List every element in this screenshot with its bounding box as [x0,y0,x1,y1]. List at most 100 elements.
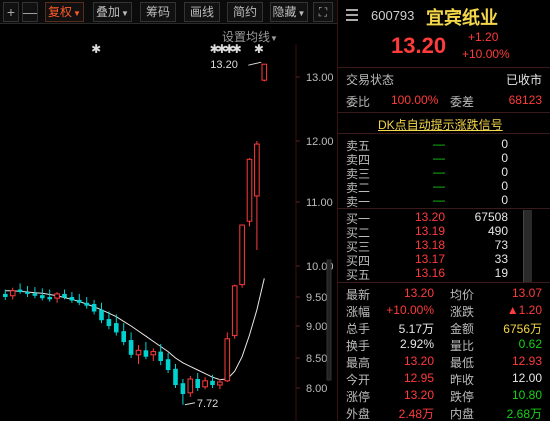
stats-row: 总手 5.17万 金额 6756万 [338,318,550,336]
stat-value: ▲1.20 [506,303,542,317]
divider [338,112,550,113]
y-tick-label: 12.00 [306,136,334,148]
candle-body [3,293,8,297]
sell-level-price: — [433,165,445,179]
stock-name: 宜宾纸业 [426,8,498,28]
diejia-button[interactable]: 叠加▼ [93,2,132,22]
fuquan-button[interactable]: 复权▼ [45,2,84,22]
stat-value: 2.48万 [398,407,434,421]
sell-level-volume: 0 [501,165,508,179]
order-ratio-row: 委比 100.00% 委差 68123 [338,91,550,109]
stat-label: 外盘 [346,407,371,421]
candlestick-chart[interactable]: 13.00 12.00 11.00 10.00 9.50 9.00 8.50 8.00 ✱ ✱ ✱ ✱… [0,24,337,421]
ma-settings-button[interactable]: 设置均线▼ [222,28,278,45]
stat-value: 2.68万 [506,407,542,421]
sell-level-volume: 0 [501,179,508,193]
chevron-down-icon: ▼ [73,9,81,18]
yincang-label: 隐藏 [272,5,297,19]
fullscreen-icon[interactable]: ⛶ [313,2,333,22]
candle-body [173,368,178,385]
stat-value: 10.80 [511,388,542,402]
order-book-depth-bar [523,210,532,282]
candle-body [9,290,16,297]
chouma-button[interactable]: 筹码 [140,2,176,22]
sell-level-volume: 0 [501,137,508,151]
candle-body [77,299,82,303]
candle-body [180,383,186,394]
stats-row: 涨停 13.20 跌停 10.80 [338,386,550,404]
chart-canvas: 13.0012.0011.0010.009.509.008.508.00✱ ✱✱✱… [3,42,334,421]
buy-level-price: 13.18 [414,238,445,252]
zoom-out-button[interactable]: — [22,2,38,22]
buy-level-volume: 33 [494,252,508,266]
candle-body [25,292,30,294]
y-tick-label: 13.00 [306,72,334,84]
sell-level-price: — [433,151,445,165]
stats-row: 最新 13.20 均价 13.07 [338,284,550,302]
candle-body [47,297,52,300]
candle-body [210,380,215,385]
zoom-in-button[interactable]: + [3,2,19,22]
candle-body [54,293,60,299]
candle-body [62,293,67,298]
divider [338,208,550,209]
buy-level-volume: 67508 [474,210,508,224]
candle-body [121,331,126,342]
stat-label: 内盘 [450,407,475,421]
y-tick-label: 9.50 [306,292,327,304]
candle-body [69,297,75,301]
fuquan-label: 复权 [48,5,73,19]
trade-status-row: 交易状态 已收市 [338,69,550,87]
buy-level-label: 买五 [346,268,371,282]
weibi-label: 委比 [346,95,371,109]
buy-level-price: 13.17 [414,252,445,266]
weicha-label: 委差 [450,95,475,109]
low-price-label: 7.72 [197,398,218,410]
buy-level-price: 13.19 [414,224,445,238]
trade-status-label: 交易状态 [346,73,395,87]
buy-level-price: 13.20 [414,210,445,224]
y-tick-label: 8.00 [306,383,327,395]
divider [338,133,550,134]
candle-body [106,319,112,326]
candle-body [84,302,89,306]
candle-body [217,381,223,386]
buy-level-volume: 73 [494,238,508,252]
chart-toolbar: + — 复权▼ 叠加▼ 筹码 画线 简约 隐藏▼ ⛶ [0,0,337,24]
stat-value: 0.62 [518,337,542,351]
stock-price: 13.20 [391,33,447,58]
sell-level-price: — [433,179,445,193]
weicha-value: 68123 [508,93,542,107]
stat-value: 13.07 [511,286,542,300]
candle-body [143,350,149,357]
stat-value: 13.20 [403,286,434,300]
candle-body [254,143,260,197]
chart-scrollbar [326,259,332,381]
stock-change-pct: +10.00% [462,47,510,61]
sell-level-price: — [433,193,445,207]
stock-code: 600793 [371,8,415,23]
candle-body [135,349,142,356]
jianyue-button[interactable]: 简约 [227,2,263,22]
candle-body [150,351,157,356]
yincang-button[interactable]: 隐藏▼ [270,2,308,22]
stats-row: 换手 2.92% 量比 0.62 [338,335,550,353]
weibi-value: 100.00% [391,93,439,107]
stats-row: 最高 13.20 最低 12.93 [338,352,550,370]
candle-body [114,323,119,333]
candle-body [91,303,97,312]
bars-icon[interactable] [346,8,358,22]
dk-signal-link[interactable]: DK点自动提示涨跌信号 [378,116,503,133]
candle-body [165,359,171,370]
stat-value: 13.20 [403,354,434,368]
buy-level-price: 13.16 [414,266,445,280]
divider [338,67,550,68]
candle-body [261,63,268,81]
high-price-pointer [248,61,262,66]
candle-body [187,378,194,394]
high-price-label: 13.20 [210,59,238,71]
chevron-down-icon: ▼ [270,34,278,43]
ma-settings-label: 设置均线 [222,30,271,44]
huaxian-button[interactable]: 画线 [184,2,220,22]
trade-status-value: 已收市 [505,73,542,87]
